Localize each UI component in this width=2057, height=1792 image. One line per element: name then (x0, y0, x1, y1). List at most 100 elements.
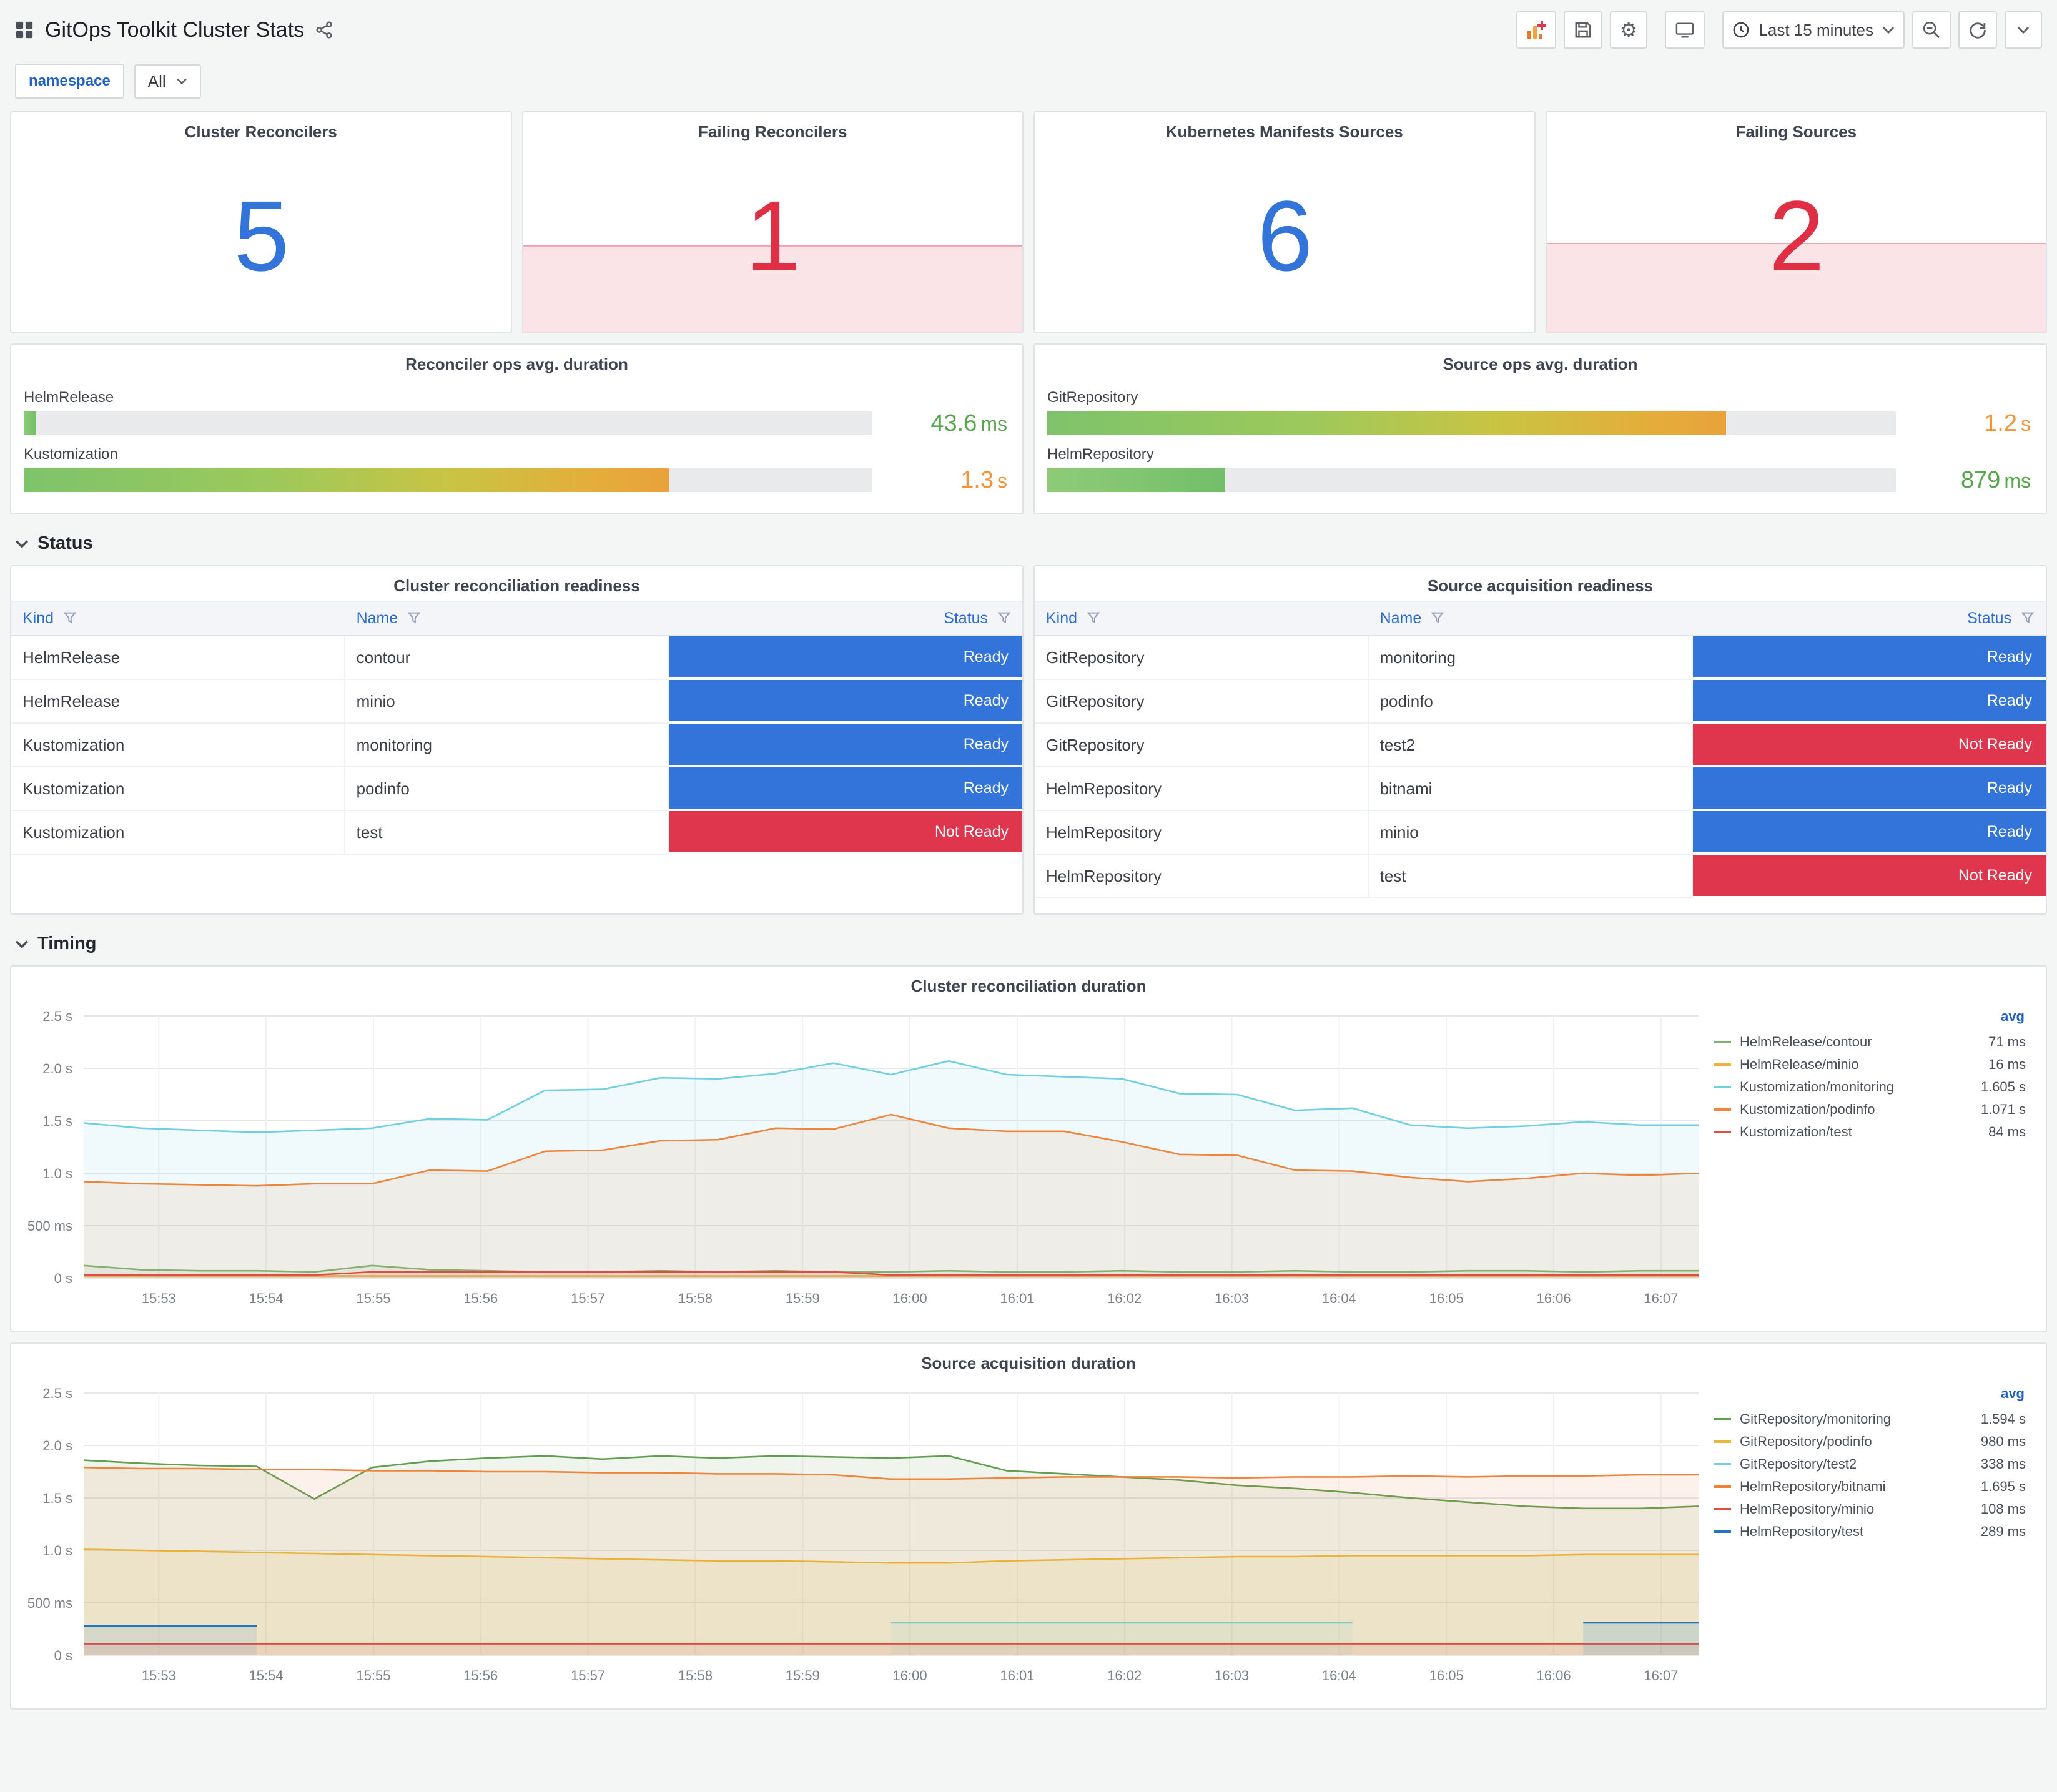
legend-item[interactable]: HelmRepository/minio 108 ms (1714, 1498, 2026, 1520)
panel-title[interactable]: Source ops avg. duration (1035, 345, 2046, 379)
panel-title[interactable]: Cluster reconciliation readiness (11, 566, 1022, 601)
cell-kind: Kustomization (11, 767, 345, 811)
variable-namespace-value-dropdown[interactable]: All (134, 64, 201, 99)
column-header-name[interactable]: Name (1368, 601, 1694, 636)
legend-item[interactable]: GitRepository/podinfo 980 ms (1714, 1430, 2026, 1453)
panel-reconciler-ops-duration: Reconciler ops avg. duration HelmRelease… (10, 343, 1024, 514)
dashboard-settings-button[interactable]: ⚙ (1609, 11, 1648, 49)
gauge-label: HelmRepository (1047, 445, 1154, 463)
chart-plot-area[interactable]: 0 s 500 ms 1.0 s 1.5 s 2.0 s 2.5 s 15:53 15:54 1… (16, 1381, 1709, 1690)
chart-1[interactable]: 0 s 500 ms 1.0 s 1.5 s 2.0 s 2.5 s 15:53 15:54 1… (16, 1381, 1709, 1703)
gauge-row: GitRepository 1.2 s (1047, 389, 2031, 437)
column-header-kind[interactable]: Kind (1035, 601, 1369, 636)
share-dashboard-icon[interactable] (315, 21, 333, 39)
panel-cluster-reconciliation-readiness: Cluster reconciliation readiness Kind Na… (10, 565, 1024, 915)
cycle-view-mode-button[interactable] (1665, 11, 1705, 49)
cell-name: monitoring (1368, 636, 1694, 680)
series-name: Kustomization/podinfo (1740, 1101, 1875, 1117)
legend-item[interactable]: GitRepository/test2 338 ms (1714, 1453, 2026, 1475)
section-row-timing[interactable]: Timing (10, 925, 2047, 965)
svg-text:2.0 s: 2.0 s (42, 1438, 72, 1454)
svg-text:16:07: 16:07 (1644, 1668, 1678, 1683)
chart-plot-area[interactable]: 0 s 500 ms 1.0 s 1.5 s 2.0 s 2.5 s 15:53 15:54 1… (16, 1003, 1709, 1313)
section-row-status[interactable]: Status (10, 524, 2047, 565)
time-range-caret-icon (1882, 26, 1895, 34)
gauge-row: HelmRelease 43.6 ms (24, 389, 1007, 437)
svg-text:16:02: 16:02 (1107, 1668, 1142, 1683)
add-panel-button[interactable] (1516, 11, 1556, 49)
legend-avg-header[interactable]: avg (1714, 1386, 2026, 1402)
dashboard-grid: Cluster Reconcilers 5 Failing Reconcilers 1… (0, 111, 2057, 1732)
cell-name: bitnami (1368, 767, 1694, 811)
series-color-dash (1714, 1485, 1731, 1488)
legend-item[interactable]: HelmRelease/minio 16 ms (1714, 1053, 2026, 1076)
cell-kind: HelmRepository (1035, 767, 1369, 811)
section-title: Timing (37, 933, 97, 953)
legend-item[interactable]: GitRepository/monitoring 1.594 s (1714, 1408, 2026, 1430)
stat-panel-0: Cluster Reconcilers 5 (10, 111, 512, 333)
time-range-picker-button[interactable]: Last 15 minutes (1722, 11, 1905, 49)
series-name: HelmRelease/contour (1740, 1034, 1872, 1050)
save-dashboard-button[interactable] (1563, 11, 1602, 49)
svg-text:16:00: 16:00 (893, 1668, 927, 1683)
filter-funnel-icon[interactable] (63, 611, 77, 624)
series-avg-value: 71 ms (1988, 1034, 2026, 1050)
chart-0[interactable]: 0 s 500 ms 1.0 s 1.5 s 2.0 s 2.5 s 15:53 15:54 1… (16, 1003, 1709, 1326)
legend-list: GitRepository/monitoring 1.594 s GitReposi… (1714, 1408, 2026, 1543)
svg-text:2.5 s: 2.5 s (42, 1386, 72, 1401)
tables-row: Cluster reconciliation readiness Kind Na… (10, 565, 2047, 915)
legend-item[interactable]: Kustomization/test 84 ms (1714, 1121, 2026, 1143)
series-avg-value: 1.071 s (1980, 1101, 2026, 1117)
filter-funnel-icon[interactable] (1087, 611, 1100, 624)
table-row: HelmRelease contour Ready (11, 636, 1022, 680)
legend-avg-header[interactable]: avg (1714, 1008, 2026, 1025)
filter-funnel-icon[interactable] (2021, 611, 2035, 624)
dashboard-grid-icon (15, 21, 34, 39)
series-color-dash (1714, 1063, 1731, 1066)
variable-namespace-label[interactable]: namespace (15, 64, 124, 99)
legend-item[interactable]: Kustomization/monitoring 1.605 s (1714, 1076, 2026, 1098)
table-0: Kind Name Status HelmRelease contour Ready… (11, 601, 1022, 913)
panel-title[interactable]: Cluster reconciliation duration (11, 967, 2046, 1001)
panel-title[interactable]: Source acquisition readiness (1035, 566, 2046, 601)
cell-kind: GitRepository (1035, 680, 1369, 724)
gauges-row: Reconciler ops avg. duration HelmRelease… (10, 343, 2047, 514)
svg-text:15:54: 15:54 (249, 1291, 284, 1306)
chart-body: 0 s 500 ms 1.0 s 1.5 s 2.0 s 2.5 s 15:53 15:54 1… (11, 1378, 2046, 1708)
stat-value: 6 (1257, 179, 1313, 292)
svg-text:2.5 s: 2.5 s (42, 1008, 72, 1024)
chevron-down-icon (15, 939, 29, 949)
panel-title[interactable]: Reconciler ops avg. duration (11, 345, 1022, 379)
column-header-status[interactable]: Status (669, 601, 1022, 636)
legend-item[interactable]: Kustomization/podinfo 1.071 s (1714, 1098, 2026, 1121)
variable-caret-icon (176, 77, 187, 85)
table-row: HelmRepository bitnami Ready (1035, 767, 2046, 811)
series-avg-value: 338 ms (1980, 1456, 2026, 1472)
svg-text:15:58: 15:58 (678, 1668, 713, 1683)
legend-item[interactable]: HelmRepository/test 289 ms (1714, 1520, 2026, 1543)
filter-funnel-icon[interactable] (1431, 611, 1444, 624)
table-row: GitRepository monitoring Ready (1035, 636, 2046, 680)
svg-text:500 ms: 500 ms (27, 1218, 72, 1234)
page-title: GitOps Toolkit Cluster Stats (45, 17, 305, 42)
svg-text:15:57: 15:57 (571, 1291, 605, 1306)
cell-name: minio (345, 680, 670, 724)
column-header-kind[interactable]: Kind (11, 601, 345, 636)
filter-funnel-icon[interactable] (407, 611, 421, 624)
cell-status: Not Ready (669, 811, 1022, 855)
series-color-dash (1714, 1418, 1731, 1420)
svg-text:1.0 s: 1.0 s (42, 1166, 72, 1181)
panel-title[interactable]: Source acquisition duration (11, 1344, 2046, 1378)
column-header-name[interactable]: Name (345, 601, 670, 636)
svg-text:16:04: 16:04 (1322, 1668, 1356, 1683)
filter-funnel-icon[interactable] (997, 611, 1011, 624)
series-name: Kustomization/test (1740, 1124, 1852, 1140)
zoom-out-time-button[interactable] (1912, 11, 1951, 49)
column-header-status[interactable]: Status (1693, 601, 2046, 636)
refresh-interval-dropdown[interactable] (2005, 11, 2042, 49)
refresh-dashboard-button[interactable] (1958, 11, 1997, 49)
legend-list: HelmRelease/contour 71 ms HelmRelease/mini… (1714, 1031, 2026, 1143)
legend-item[interactable]: HelmRepository/bitnami 1.695 s (1714, 1475, 2026, 1498)
legend-item[interactable]: HelmRelease/contour 71 ms (1714, 1031, 2026, 1053)
gauge-fill (24, 411, 37, 435)
